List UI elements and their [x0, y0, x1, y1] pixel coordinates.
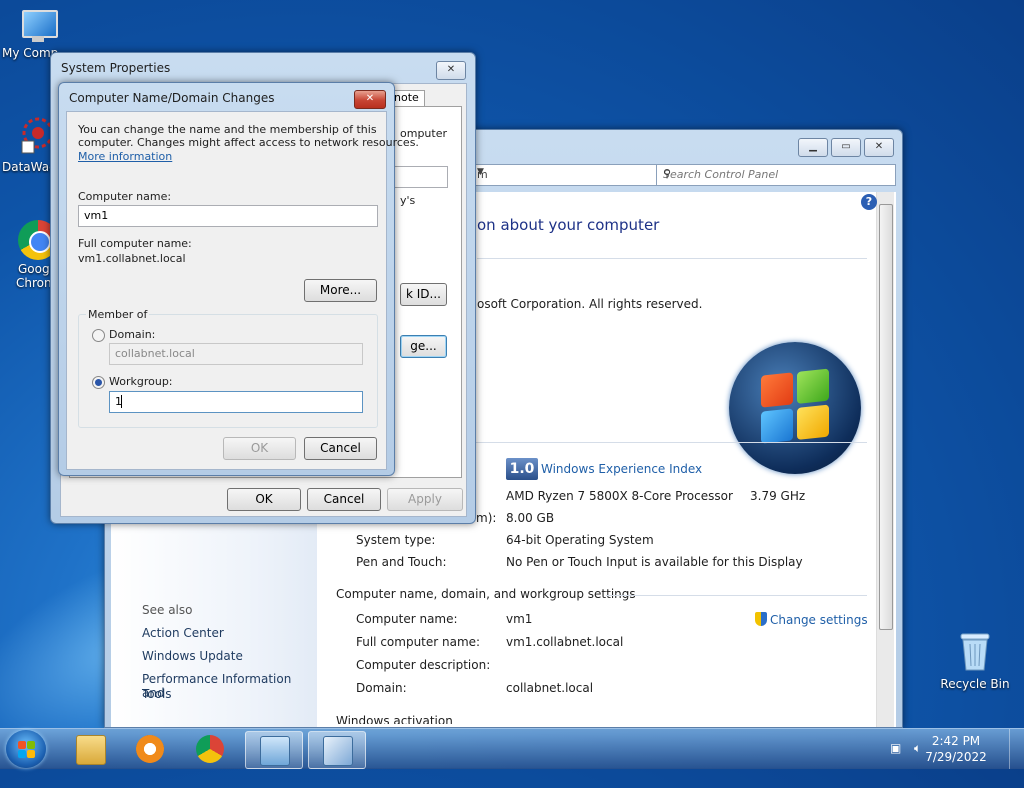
taskbar-chrome[interactable]	[182, 731, 238, 767]
computer-name-value: vm1	[506, 612, 533, 626]
tab-remote[interactable]: note	[391, 90, 425, 107]
system-type-label: System type:	[356, 533, 436, 547]
domain-value: collabnet.local	[115, 347, 195, 360]
shield-icon	[755, 612, 767, 626]
taskbar: ▣ 🔈︎ 2:42 PM 7/29/2022	[0, 728, 1024, 769]
pen-touch-value: No Pen or Touch Input is available for t…	[506, 555, 803, 569]
link-windows-update[interactable]: Windows Update	[142, 649, 243, 663]
network-icon[interactable]: ▣	[890, 741, 901, 755]
vertical-scrollbar[interactable]	[876, 192, 894, 727]
pen-touch-label: Pen and Touch:	[356, 555, 447, 569]
recycle-bin-icon	[960, 633, 990, 671]
control-panel-icon	[260, 736, 290, 766]
taskbar-media-player[interactable]	[122, 731, 178, 767]
workgroup-label: Workgroup:	[109, 375, 173, 388]
workgroup-input[interactable]: 1	[109, 391, 363, 413]
system-properties-icon	[323, 736, 353, 766]
divider	[606, 595, 867, 596]
full-name-value: vm1.collabnet.local	[506, 635, 624, 649]
page-title: on about your computer	[477, 216, 660, 234]
search-input[interactable]: Search Control Panel ⚲	[656, 164, 896, 186]
intro-text-line1: You can change the name and the membersh…	[78, 123, 377, 136]
description-label: Computer description:	[356, 658, 491, 672]
media-player-icon	[136, 735, 164, 763]
link-action-center[interactable]: Action Center	[142, 626, 224, 640]
domain-label: Domain:	[109, 328, 156, 341]
domain-label: Domain:	[356, 681, 407, 695]
windows-logo	[729, 342, 861, 474]
ok-button[interactable]: OK	[227, 488, 301, 511]
ram-label: m):	[476, 511, 497, 525]
chrome-icon	[196, 735, 224, 763]
clock-time: 2:42 PM	[931, 734, 981, 748]
domain-value: collabnet.local	[506, 681, 594, 695]
full-name-value: vm1.collabnet.local	[78, 252, 186, 265]
dialog-title: Computer Name/Domain Changes	[69, 91, 275, 105]
scrollbar-thumb[interactable]	[879, 204, 893, 630]
see-also-heading: See also	[142, 603, 193, 617]
explorer-icon	[76, 735, 106, 765]
search-icon[interactable]: ⚲	[663, 167, 890, 180]
domain-radio[interactable]	[92, 329, 105, 342]
clock-date: 7/29/2022	[925, 750, 987, 764]
maximize-button[interactable]: ▭	[831, 138, 861, 157]
change-settings-label: Change settings	[770, 613, 868, 627]
change-button[interactable]: ge...	[400, 335, 447, 358]
computer-name-value: vm1	[84, 209, 109, 222]
workgroup-radio[interactable]	[92, 376, 105, 389]
clock[interactable]: 2:42 PM 7/29/2022	[916, 733, 996, 765]
member-of-label: Member of	[86, 308, 150, 321]
computer-name-dialog[interactable]: Computer Name/Domain Changes ✕ You can c…	[58, 82, 419, 476]
close-button[interactable]: ✕	[436, 61, 466, 80]
more-information-link[interactable]: More information	[78, 150, 172, 163]
full-name-label: Full computer name:	[78, 237, 192, 250]
computer-icon	[18, 10, 58, 44]
ok-button[interactable]: OK	[223, 437, 296, 460]
help-icon[interactable]: ?	[861, 194, 877, 210]
full-name-label: Full computer name:	[356, 635, 481, 649]
computer-name-label: Computer name:	[78, 190, 172, 203]
desktop-icon-recycle-bin[interactable]: Recycle Bin	[937, 630, 1013, 691]
network-id-button[interactable]: k ID...	[400, 283, 447, 306]
change-settings-link[interactable]: Change settings	[755, 612, 868, 627]
cancel-button[interactable]: Cancel	[304, 437, 377, 460]
ram-value: 8.00 GB	[506, 511, 555, 525]
computer-name-input[interactable]: vm1	[78, 205, 378, 227]
processor-value: AMD Ryzen 7 5800X 8-Core Processor	[506, 489, 733, 503]
link-performance-tools[interactable]: Tools	[142, 687, 172, 701]
taskbar-system-properties[interactable]	[308, 731, 366, 769]
taskbar-explorer[interactable]	[62, 731, 118, 767]
intro-text-line2: computer. Changes might affect access to…	[78, 136, 419, 149]
close-button[interactable]: ✕	[354, 90, 386, 109]
window-title: System Properties	[61, 61, 171, 75]
wei-score-badge: 1.0	[506, 458, 538, 480]
system-type-value: 64-bit Operating System	[506, 533, 654, 547]
dialog-body: You can change the name and the membersh…	[66, 111, 419, 470]
taskbar-control-panel[interactable]	[245, 731, 303, 769]
close-button[interactable]: ✕	[864, 138, 894, 157]
processor-speed: 3.79 GHz	[750, 489, 806, 503]
activation-heading: Windows activation	[336, 714, 453, 724]
start-button[interactable]	[6, 730, 46, 768]
show-desktop-button[interactable]	[1009, 729, 1024, 769]
more-button[interactable]: More...	[304, 279, 377, 302]
computer-description-input[interactable]	[394, 166, 448, 188]
divider	[477, 258, 867, 259]
text-cursor	[121, 395, 122, 408]
apply-button[interactable]: Apply	[387, 488, 463, 511]
computer-name-label: Computer name:	[356, 612, 458, 626]
cancel-button[interactable]: Cancel	[307, 488, 381, 511]
copyright-text: osoft Corporation. All rights reserved.	[477, 297, 703, 311]
example-fragment: y's	[400, 194, 416, 207]
wei-link[interactable]: Windows Experience Index	[541, 462, 702, 476]
minimize-button[interactable]: ▁	[798, 138, 828, 157]
domain-input[interactable]: collabnet.local	[109, 343, 363, 365]
section-heading: Computer name, domain, and workgroup set…	[336, 587, 636, 601]
desktop-icon-label: Recycle Bin	[940, 677, 1010, 691]
